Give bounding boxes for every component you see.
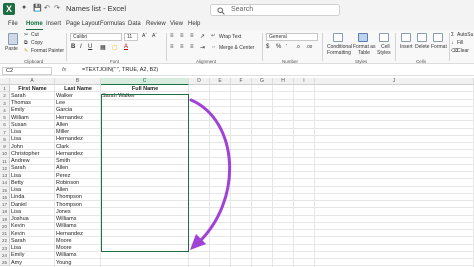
annotation-arrow bbox=[189, 98, 232, 250]
